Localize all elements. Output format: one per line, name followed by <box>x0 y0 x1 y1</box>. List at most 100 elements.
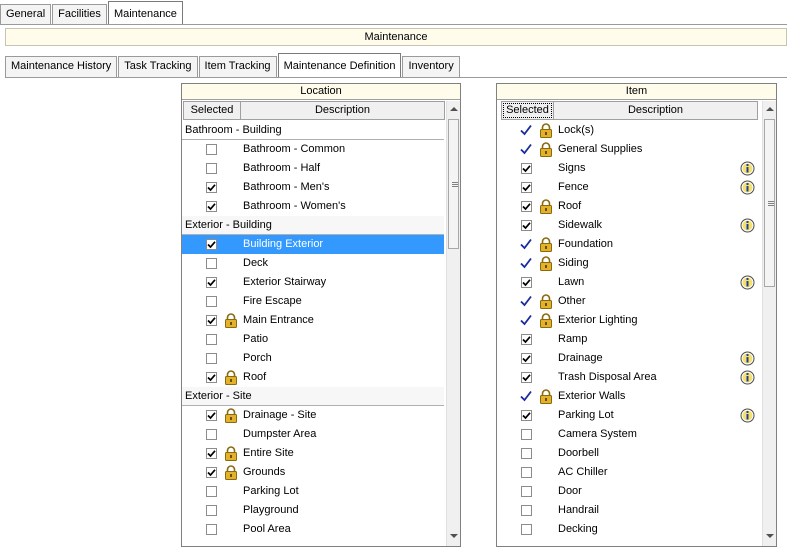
item-row[interactable]: Sidewalk <box>497 216 759 235</box>
item-row[interactable]: Siding <box>497 254 759 273</box>
item-row[interactable]: Exterior Walls <box>497 387 759 406</box>
checked-checkbox[interactable] <box>521 201 532 212</box>
item-scroll-thumb[interactable] <box>764 119 775 287</box>
unchecked-checkbox[interactable] <box>521 429 532 440</box>
item-col-selected[interactable]: Selected <box>501 101 554 120</box>
checked-checkbox[interactable] <box>206 277 217 288</box>
info-icon[interactable] <box>740 370 755 385</box>
item-row[interactable]: Parking Lot <box>497 406 759 425</box>
location-row[interactable]: Fire Escape <box>182 292 444 311</box>
checked-checkbox[interactable] <box>206 201 217 212</box>
location-row[interactable]: Building Exterior <box>182 235 444 254</box>
checked-checkbox[interactable] <box>206 372 217 383</box>
checked-checkbox[interactable] <box>521 410 532 421</box>
item-row[interactable]: Foundation <box>497 235 759 254</box>
tab-inventory[interactable]: Inventory <box>402 56 460 77</box>
checked-checkbox[interactable] <box>521 220 532 231</box>
unchecked-checkbox[interactable] <box>206 486 217 497</box>
scroll-down-arrow-icon[interactable] <box>450 534 458 538</box>
location-row[interactable]: Main Entrance <box>182 311 444 330</box>
tab-general[interactable]: General <box>0 4 52 25</box>
unchecked-checkbox[interactable] <box>206 353 217 364</box>
location-row[interactable]: Entire Site <box>182 444 444 463</box>
unchecked-checkbox[interactable] <box>206 296 217 307</box>
unchecked-checkbox[interactable] <box>206 334 217 345</box>
checked-checkbox[interactable] <box>521 163 532 174</box>
info-icon[interactable] <box>740 275 755 290</box>
location-row[interactable]: Porch <box>182 349 444 368</box>
checked-checkbox[interactable] <box>521 353 532 364</box>
item-row[interactable]: Fence <box>497 178 759 197</box>
checked-checkbox[interactable] <box>521 277 532 288</box>
checked-checkbox[interactable] <box>521 334 532 345</box>
item-row[interactable]: Decking <box>497 520 759 539</box>
checked-checkbox[interactable] <box>521 182 532 193</box>
tab-facilities[interactable]: Facilities <box>52 4 107 25</box>
location-row[interactable]: Bathroom - Women's <box>182 197 444 216</box>
scroll-up-arrow-icon[interactable] <box>450 107 458 111</box>
location-scroll-thumb[interactable] <box>448 119 459 249</box>
item-row[interactable]: Drainage <box>497 349 759 368</box>
item-row[interactable]: General Supplies <box>497 140 759 159</box>
item-scrollbar[interactable] <box>762 101 776 546</box>
item-row[interactable]: Doorbell <box>497 444 759 463</box>
location-row[interactable]: Grounds <box>182 463 444 482</box>
location-row[interactable]: Roof <box>182 368 444 387</box>
item-row[interactable]: Ramp <box>497 330 759 349</box>
info-icon[interactable] <box>740 408 755 423</box>
unchecked-checkbox[interactable] <box>521 505 532 516</box>
item-row[interactable]: Camera System <box>497 425 759 444</box>
unchecked-checkbox[interactable] <box>521 524 532 535</box>
location-row[interactable]: Drainage - Site <box>182 406 444 425</box>
unchecked-checkbox[interactable] <box>206 258 217 269</box>
info-icon[interactable] <box>740 161 755 176</box>
item-row[interactable]: Other <box>497 292 759 311</box>
tab-maintenance-definition[interactable]: Maintenance Definition <box>277 53 402 77</box>
location-row[interactable]: Bathroom - Common <box>182 140 444 159</box>
location-scrollbar[interactable] <box>446 101 460 546</box>
unchecked-checkbox[interactable] <box>206 505 217 516</box>
location-row[interactable]: Dumpster Area <box>182 425 444 444</box>
item-col-description[interactable]: Description <box>553 101 758 120</box>
info-icon[interactable] <box>740 351 755 366</box>
item-row[interactable]: Lawn <box>497 273 759 292</box>
checked-checkbox[interactable] <box>206 448 217 459</box>
location-row[interactable]: Patio <box>182 330 444 349</box>
location-row[interactable]: Deck <box>182 254 444 273</box>
unchecked-checkbox[interactable] <box>521 486 532 497</box>
location-col-selected[interactable]: Selected <box>183 101 241 120</box>
unchecked-checkbox[interactable] <box>521 448 532 459</box>
scroll-up-arrow-icon[interactable] <box>766 107 774 111</box>
tab-maintenance[interactable]: Maintenance <box>107 1 183 25</box>
checked-checkbox[interactable] <box>206 315 217 326</box>
location-row[interactable]: Bathroom - Men's <box>182 178 444 197</box>
location-row[interactable]: Bathroom - Half <box>182 159 444 178</box>
unchecked-checkbox[interactable] <box>206 429 217 440</box>
location-row[interactable]: Exterior Stairway <box>182 273 444 292</box>
location-row[interactable]: Playground <box>182 501 444 520</box>
item-row[interactable]: Roof <box>497 197 759 216</box>
info-icon[interactable] <box>740 218 755 233</box>
item-row[interactable]: Lock(s) <box>497 121 759 140</box>
location-row[interactable]: Pool Area <box>182 520 444 539</box>
item-row[interactable]: Door <box>497 482 759 501</box>
unchecked-checkbox[interactable] <box>206 524 217 535</box>
unchecked-checkbox[interactable] <box>206 163 217 174</box>
tab-item-tracking[interactable]: Item Tracking <box>198 56 277 77</box>
tab-maintenance-history[interactable]: Maintenance History <box>5 56 118 77</box>
checked-checkbox[interactable] <box>521 372 532 383</box>
item-row[interactable]: Exterior Lighting <box>497 311 759 330</box>
item-row[interactable]: Trash Disposal Area <box>497 368 759 387</box>
item-row[interactable]: Signs <box>497 159 759 178</box>
checked-checkbox[interactable] <box>206 182 217 193</box>
checked-checkbox[interactable] <box>206 410 217 421</box>
tab-task-tracking[interactable]: Task Tracking <box>118 56 198 77</box>
unchecked-checkbox[interactable] <box>521 467 532 478</box>
scroll-down-arrow-icon[interactable] <box>766 534 774 538</box>
checked-checkbox[interactable] <box>206 467 217 478</box>
location-row[interactable]: Parking Lot <box>182 482 444 501</box>
location-col-description[interactable]: Description <box>240 101 445 120</box>
item-row[interactable]: AC Chiller <box>497 463 759 482</box>
info-icon[interactable] <box>740 180 755 195</box>
item-row[interactable]: Handrail <box>497 501 759 520</box>
